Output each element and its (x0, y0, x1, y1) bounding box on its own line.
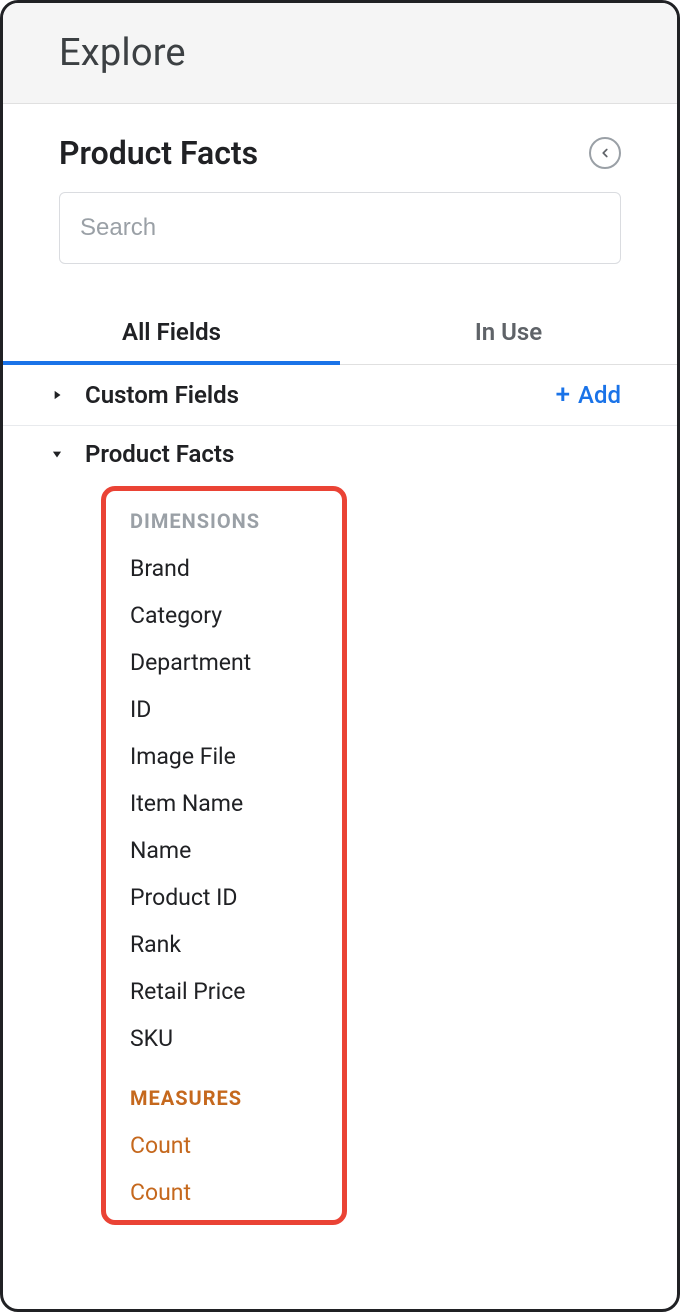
content-area: Product Facts All Fields In Use Custom F… (3, 104, 677, 1225)
chevron-left-icon (598, 146, 612, 160)
plus-icon: + (556, 382, 570, 408)
field-item[interactable]: ID (130, 686, 318, 733)
explore-header: Explore (3, 3, 677, 104)
dimensions-heading: DIMENSIONS (130, 509, 318, 533)
group-label: Product Facts (85, 440, 234, 468)
group-product-facts[interactable]: Product Facts (3, 426, 677, 478)
field-item[interactable]: Category (130, 592, 318, 639)
caret-down-icon (43, 447, 71, 461)
field-item[interactable]: Rank (130, 921, 318, 968)
field-item[interactable]: Item Name (130, 780, 318, 827)
search-wrap (3, 192, 677, 278)
section-title-row: Product Facts (3, 134, 677, 192)
collapse-button[interactable] (589, 137, 621, 169)
field-item[interactable]: Retail Price (130, 968, 318, 1015)
custom-fields-row[interactable]: Custom Fields + Add (3, 365, 677, 426)
caret-right-icon (43, 388, 71, 402)
add-button-label: Add (578, 381, 621, 409)
section-title: Product Facts (59, 134, 258, 172)
add-button[interactable]: + Add (556, 381, 621, 409)
field-item[interactable]: Count (130, 1122, 318, 1169)
field-item[interactable]: Product ID (130, 874, 318, 921)
field-item[interactable]: Brand (130, 545, 318, 592)
field-item[interactable]: Count (130, 1169, 318, 1216)
custom-fields-label: Custom Fields (85, 381, 556, 409)
search-input[interactable] (59, 192, 621, 264)
explore-title: Explore (59, 31, 637, 75)
field-item[interactable]: Image File (130, 733, 318, 780)
tabs: All Fields In Use (3, 298, 677, 365)
field-item[interactable]: SKU (130, 1015, 318, 1062)
tab-in-use[interactable]: In Use (340, 298, 677, 364)
field-highlight-box: DIMENSIONS Brand Category Department ID … (101, 486, 347, 1225)
tab-all-fields[interactable]: All Fields (3, 298, 340, 364)
measures-heading: MEASURES (130, 1086, 318, 1110)
field-item[interactable]: Name (130, 827, 318, 874)
window-frame: Explore Product Facts All Fields In Use … (0, 0, 680, 1312)
field-item[interactable]: Department (130, 639, 318, 686)
